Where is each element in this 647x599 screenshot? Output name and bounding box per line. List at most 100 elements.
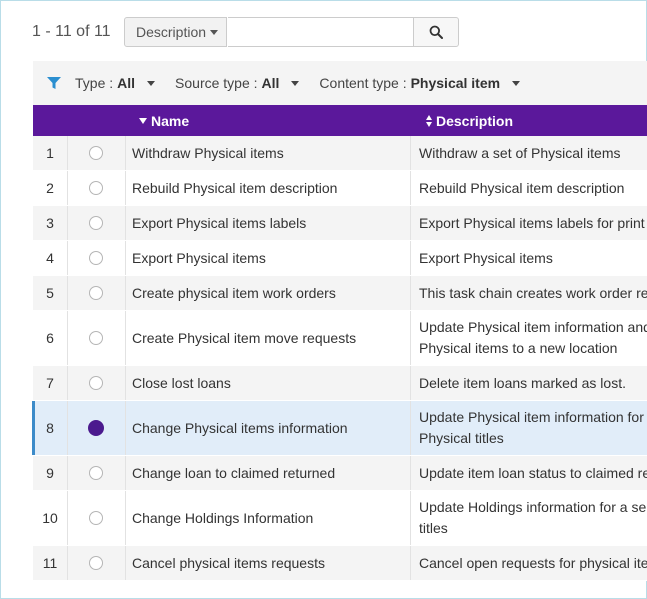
row-radio-button[interactable] — [89, 146, 103, 160]
row-radio-button[interactable] — [89, 181, 103, 195]
task-name[interactable]: Withdraw Physical items — [125, 136, 411, 170]
row-number: 9 — [33, 456, 68, 490]
table-header: Name Description — [33, 105, 647, 136]
search-button[interactable] — [413, 17, 459, 47]
description-line: This task chain creates work order re — [419, 285, 647, 301]
row-radio-button[interactable] — [88, 420, 104, 436]
task-description: Export Physical items — [411, 241, 647, 275]
task-description: Update Physical item information for Phys… — [411, 401, 647, 455]
row-select-cell — [67, 171, 126, 205]
row-number: 1 — [33, 136, 68, 170]
table-row[interactable]: 7 Close lost loans Delete item loans marke… — [33, 366, 647, 401]
table-row[interactable]: 11 Cancel physical items requests Cancel o… — [33, 546, 647, 581]
column-header-name[interactable]: Name — [139, 105, 189, 136]
search-field-dropdown[interactable]: Description — [124, 17, 227, 47]
task-name[interactable]: Cancel physical items requests — [125, 546, 411, 580]
content-type-filter[interactable]: Content type : Physical item — [319, 75, 521, 91]
row-number: 6 — [33, 311, 68, 365]
column-header-description[interactable]: Description — [426, 105, 513, 136]
row-radio-button[interactable] — [89, 331, 103, 345]
description-cell: This task chain creates work order re — [411, 276, 647, 310]
task-name[interactable]: Create physical item work orders — [125, 276, 411, 310]
row-select-cell — [67, 366, 126, 400]
description-line: Update Physical item information for — [419, 409, 644, 425]
column-header-label: Name — [151, 112, 190, 129]
description-cell: Update item loan status to claimed re — [411, 456, 647, 490]
filter-value: All — [261, 75, 280, 91]
row-select-cell — [67, 401, 126, 455]
row-radio-button[interactable] — [89, 216, 103, 230]
filter-value: Physical item — [410, 75, 501, 91]
row-number: 3 — [33, 206, 68, 240]
table-row[interactable]: 9 Change loan to claimed returned Update i… — [33, 456, 647, 491]
description-line: Delete item loans marked as lost. — [419, 375, 626, 391]
chevron-down-icon — [512, 80, 521, 86]
sort-descending-icon — [139, 117, 147, 124]
table-row[interactable]: 2 Rebuild Physical item description Rebuil… — [33, 171, 647, 206]
filter-icon[interactable] — [47, 76, 61, 90]
row-select-cell — [67, 311, 126, 365]
task-name[interactable]: Rebuild Physical item description — [125, 171, 411, 205]
filter-value: All — [117, 75, 136, 91]
row-select-cell — [67, 456, 126, 490]
row-number: 5 — [33, 276, 68, 310]
table-row[interactable]: 5 Create physical item work orders This ta… — [33, 276, 647, 311]
table-row[interactable]: 3 Export Physical items labels Export Phys… — [33, 206, 647, 241]
task-description: Delete item loans marked as lost. — [411, 366, 647, 400]
row-number: 4 — [33, 241, 68, 275]
description-line: Export Physical items labels for print — [419, 215, 645, 231]
task-description: Cancel open requests for physical ite — [411, 546, 647, 580]
row-select-cell — [67, 206, 126, 240]
row-radio-button[interactable] — [89, 376, 103, 390]
task-name[interactable]: Close lost loans — [125, 366, 411, 400]
type-filter[interactable]: Type : All — [75, 75, 156, 91]
row-radio-button[interactable] — [89, 251, 103, 265]
task-description: Withdraw a set of Physical items — [411, 136, 647, 170]
source-type-filter[interactable]: Source type : All — [175, 75, 300, 91]
task-description: Export Physical items labels for print — [411, 206, 647, 240]
row-radio-button[interactable] — [89, 466, 103, 480]
row-radio-button[interactable] — [89, 511, 103, 525]
description-cell: Update Physical item information and Phys… — [411, 311, 647, 365]
task-description: Update Holdings information for a se titl… — [411, 491, 647, 545]
description-line: Update item loan status to claimed re — [419, 465, 647, 481]
task-name[interactable]: Export Physical items — [125, 241, 411, 275]
task-name[interactable]: Export Physical items labels — [125, 206, 411, 240]
row-select-cell — [67, 241, 126, 275]
table-body: 1 Withdraw Physical items Withdraw a set o… — [32, 136, 647, 581]
table-row[interactable]: 6 Create Physical item move requests Updat… — [33, 311, 647, 366]
table-row[interactable]: 4 Export Physical items Export Physical it… — [33, 241, 647, 276]
row-radio-button[interactable] — [89, 556, 103, 570]
task-description: This task chain creates work order re — [411, 276, 647, 310]
task-description: Update Physical item information and Phys… — [411, 311, 647, 365]
filter-label: Type : — [75, 75, 114, 91]
table-row[interactable]: 8 Change Physical items information Update… — [32, 401, 647, 456]
task-name[interactable]: Change Holdings Information — [125, 491, 411, 545]
description-cell: Update Holdings information for a se titl… — [411, 491, 647, 545]
table-row[interactable]: 10 Change Holdings Information Update Hold… — [33, 491, 647, 546]
row-number: 8 — [33, 401, 68, 455]
task-description: Update item loan status to claimed re — [411, 456, 647, 490]
column-header-label: Description — [436, 112, 514, 129]
task-name[interactable]: Change loan to claimed returned — [125, 456, 411, 490]
task-name[interactable]: Create Physical item move requests — [125, 311, 411, 365]
search-field-label: Description — [136, 24, 207, 40]
description-line: Physical titles — [419, 430, 504, 446]
row-select-cell — [67, 546, 126, 580]
description-cell: Export Physical items labels for print — [411, 206, 647, 240]
filter-bar: Type : All Source type : All Content typ… — [33, 61, 647, 105]
row-select-cell — [67, 276, 126, 310]
task-name[interactable]: Change Physical items information — [125, 401, 411, 455]
filter-label: Source type : — [175, 75, 258, 91]
search-input[interactable] — [228, 17, 414, 47]
row-radio-button[interactable] — [89, 286, 103, 300]
row-number: 10 — [33, 491, 68, 545]
table-row[interactable]: 1 Withdraw Physical items Withdraw a set o… — [33, 136, 647, 171]
description-cell: Cancel open requests for physical ite — [411, 546, 647, 580]
description-line: Update Physical item information and — [419, 319, 647, 335]
description-line: Cancel open requests for physical ite — [419, 555, 647, 571]
description-cell: Withdraw a set of Physical items — [411, 136, 647, 170]
description-cell: Export Physical items — [411, 241, 647, 275]
row-select-cell — [67, 491, 126, 545]
row-number: 11 — [33, 546, 68, 580]
